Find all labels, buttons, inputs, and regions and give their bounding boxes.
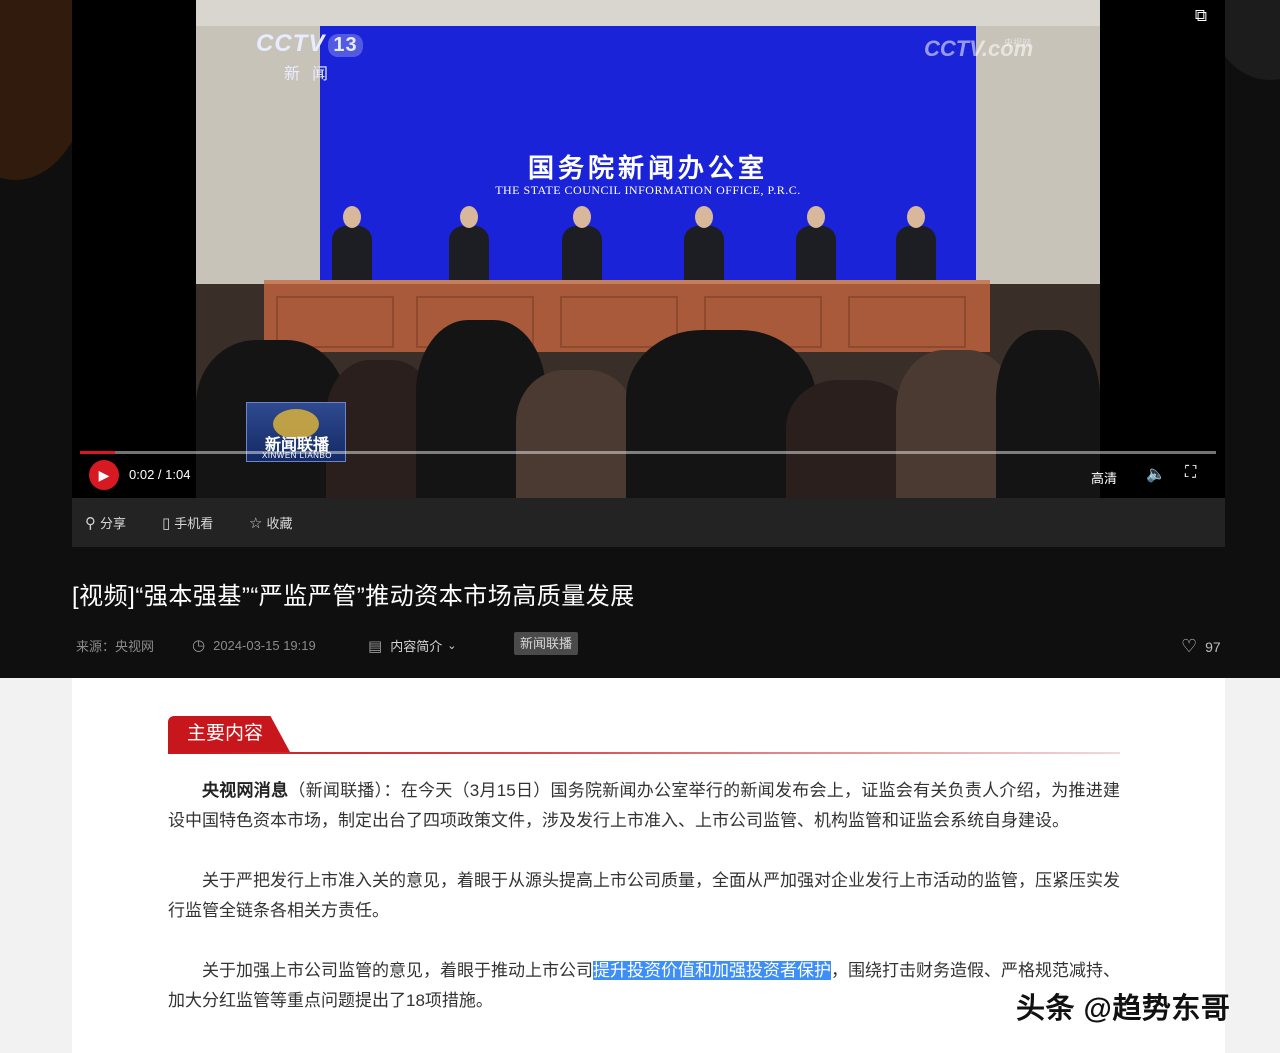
- video-frame: CCTV 13 新闻 CCTV.com 央视网 国务院新闻办公室 THE STAT…: [196, 0, 1100, 498]
- speaker: [684, 206, 724, 284]
- chevron-down-icon: ⌄: [447, 640, 457, 652]
- mobile-icon: ▯: [162, 514, 171, 532]
- video-progress-bar[interactable]: [80, 451, 1216, 454]
- category-tag[interactable]: 新闻联播: [514, 632, 579, 655]
- video-player[interactable]: CCTV 13 新闻 CCTV.com 央视网 国务院新闻办公室 THE STAT…: [72, 0, 1225, 498]
- video-action-bar: ⚲ 分享 ▯ 手机看 ☆ 收藏: [72, 498, 1225, 547]
- star-icon: ☆: [249, 514, 263, 532]
- video-page-header: CCTV 13 新闻 CCTV.com 央视网 国务院新闻办公室 THE STAT…: [0, 0, 1280, 678]
- fullscreen-icon[interactable]: ⛶: [1185, 464, 1196, 482]
- section-title: 主要内容: [186, 723, 263, 744]
- article-source: 来源：央视网: [76, 639, 155, 654]
- favorite-button[interactable]: ☆ 收藏: [249, 513, 292, 532]
- source-watermark: 头条 @趋势东哥: [1016, 993, 1231, 1025]
- article-datetime: ◷ 2024-03-15 19:19: [192, 637, 316, 654]
- heart-icon: ♡: [1181, 636, 1198, 656]
- paragraph-1: 央视网消息（新闻联播）：在今天（3月15日）国务院新闻办公室举行的新闻发布会上，…: [168, 781, 1120, 830]
- speaker: [332, 206, 372, 284]
- clock-icon: ◷: [192, 637, 206, 654]
- share-icon: ⚲: [85, 514, 96, 532]
- speaker: [562, 206, 602, 284]
- summary-toggle[interactable]: ▤ 内容简介 ⌄: [368, 636, 456, 655]
- picture-in-picture-icon[interactable]: ⧉: [1195, 6, 1207, 26]
- selected-text[interactable]: 提升投资价值和加强投资者保护: [593, 961, 831, 980]
- press-desk: [264, 280, 990, 352]
- cctv13-logo: CCTV 13: [256, 30, 363, 58]
- document-icon: ▤: [368, 637, 383, 655]
- video-progress-fill: [80, 451, 116, 454]
- backdrop-title-cn: 国务院新闻办公室: [527, 153, 768, 183]
- like-button[interactable]: ♡ 97: [1181, 636, 1221, 657]
- video-controls: ▶ 0:02 / 1:04 高清 🔈 ⛶: [72, 456, 1225, 498]
- speaker: [796, 206, 836, 284]
- section-header: 主要内容: [168, 716, 1120, 754]
- paragraph-2: 关于严把发行上市准入关的意见，着眼于从源头提高上市公司质量，全面从严加强对企业发…: [168, 871, 1120, 920]
- cctv-com-logo-sub: 央视网: [1004, 38, 1032, 48]
- mobile-view-button[interactable]: ▯ 手机看: [162, 513, 213, 532]
- share-button[interactable]: ⚲ 分享: [85, 513, 126, 532]
- speaker: [896, 206, 936, 284]
- cctv13-logo-sub: 新闻: [284, 66, 341, 83]
- backdrop-title-en: THE STATE COUNCIL INFORMATION OFFICE, P.…: [495, 183, 801, 197]
- play-icon[interactable]: ▶: [89, 460, 119, 490]
- video-time: 0:02 / 1:04: [129, 467, 191, 482]
- speaker: [449, 206, 489, 284]
- paragraph-3: 关于加强上市公司监管的意见，着眼于推动上市公司提升投资价值和加强投资者保护，围绕…: [168, 961, 1120, 1010]
- quality-button[interactable]: 高清: [1091, 468, 1117, 487]
- volume-icon[interactable]: 🔈: [1146, 464, 1166, 484]
- like-count: 97: [1205, 638, 1221, 655]
- article-title: [视频]“强本强基”“严监严管”推动资本市场高质量发展: [72, 583, 635, 610]
